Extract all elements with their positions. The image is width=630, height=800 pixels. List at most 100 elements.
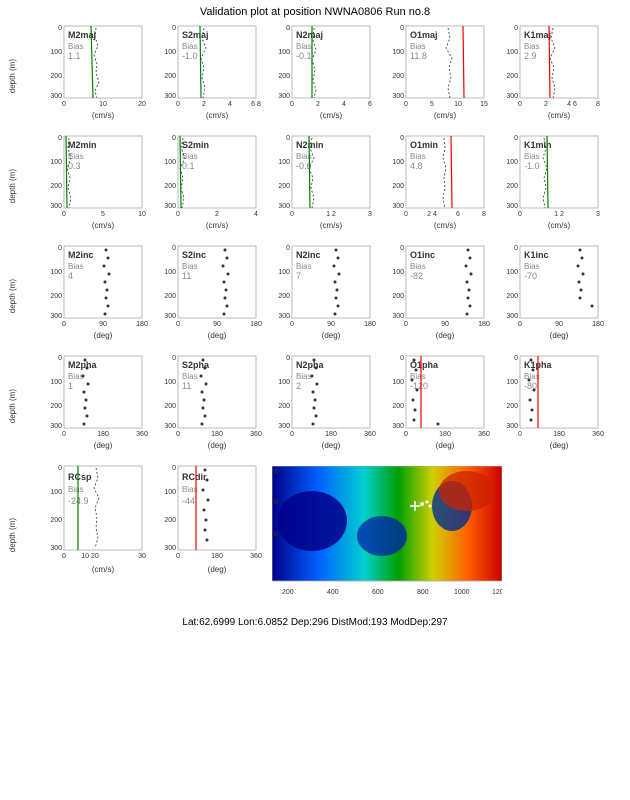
svg-text:100: 100 [278,159,290,166]
plot-s2pha: 0 100 200 300 0 180 360 S2pha Bias 11 [150,352,262,460]
svg-text:90: 90 [555,321,563,328]
svg-text:400: 400 [327,589,339,596]
svg-text:(cm/s): (cm/s) [548,221,571,230]
plot-n2maj: 0 100 200 300 0 2 4 6 N2maj Bias -0.1 (c… [264,22,376,130]
map-container: 200 400 600 800 1000 600 600 400 200 120… [272,466,502,609]
svg-text:8: 8 [596,101,600,108]
plot-svg-k1pha: 0 100 200 300 0 180 360 K1pha Bias -80 [492,352,604,460]
svg-text:0: 0 [172,25,176,32]
svg-text:0: 0 [172,245,176,252]
plot-svg-k1inc: 0 100 200 300 0 90 180 K1inc Bias -70 [492,242,604,350]
svg-text:2: 2 [316,101,320,108]
svg-text:180: 180 [592,321,604,328]
svg-text:200: 200 [272,531,279,538]
svg-text:200: 200 [278,293,290,300]
svg-text:200: 200 [282,589,294,596]
svg-text:-70: -70 [524,271,537,281]
row-bottom: depth (m) 0 100 200 300 0 10 20 30 RCsp [8,462,622,609]
svg-text:100: 100 [278,379,290,386]
svg-text:Bias: Bias [182,152,198,161]
plot-svg-s2pha: 0 100 200 300 0 180 360 S2pha Bias 11 [150,352,262,460]
svg-text:S2min: S2min [182,140,209,150]
plot-svg-rcdir: 0 100 200 300 0 180 360 RCdir Bias -44 [150,462,262,582]
svg-text:Bias: Bias [68,372,84,381]
page-title: Validation plot at position NWNA0806 Run… [0,0,630,20]
footer-text: Lat:62.6999 Lon:6.0852 Dep:296 DistMod:1… [0,613,630,628]
y-label-row1: depth (m) [8,59,17,93]
svg-text:0.1: 0.1 [182,161,195,171]
svg-text:200: 200 [164,293,176,300]
svg-text:200: 200 [50,73,62,80]
plot-m2inc: 0 100 200 300 0 90 180 M2inc Bias 4 [36,242,148,350]
svg-text:0: 0 [514,135,518,142]
svg-text:(deg): (deg) [94,331,113,340]
svg-text:360: 360 [250,553,262,560]
svg-text:-82: -82 [410,271,423,281]
svg-text:Bias: Bias [524,152,540,161]
y-label-row4: depth (m) [8,389,17,423]
svg-text:180: 180 [211,553,223,560]
svg-text:Bias: Bias [296,372,312,381]
y-label-row3: depth (m) [8,279,17,313]
svg-text:100: 100 [50,489,62,496]
plot-svg-s2maj: 0 100 200 300 0 2 4 6 8 S2maj Bias -1.0 … [150,22,262,130]
plot-svg-s2min: 0 100 200 300 0 2 4 S2min Bias 0.1 (cm/s… [150,132,262,240]
svg-text:0: 0 [518,211,522,218]
plot-svg-n2inc: 0 100 200 300 0 90 180 N2inc Bias 7 [264,242,376,350]
svg-text:Bias: Bias [296,42,312,51]
plot-svg-n2maj: 0 100 200 300 0 2 4 6 N2maj Bias -0.1 (c… [264,22,376,130]
svg-text:0: 0 [514,25,518,32]
svg-text:(cm/s): (cm/s) [92,111,115,120]
svg-text:Bias: Bias [68,485,84,494]
svg-text:2: 2 [296,381,301,391]
page-container: Validation plot at position NWNA0806 Run… [0,0,630,628]
svg-text:200: 200 [278,403,290,410]
svg-text:2: 2 [544,101,548,108]
svg-text:(deg): (deg) [94,441,113,450]
plot-n2inc: 0 100 200 300 0 90 180 N2inc Bias 7 [264,242,376,350]
svg-text:10: 10 [138,211,146,218]
svg-text:100: 100 [392,269,404,276]
plot-s2inc: 0 100 200 300 0 90 180 S2inc Bias 11 [150,242,262,350]
svg-text:(cm/s): (cm/s) [92,565,115,574]
svg-text:-120: -120 [410,381,428,391]
svg-text:-0.1: -0.1 [296,51,312,61]
svg-text:100: 100 [506,269,518,276]
svg-text:300: 300 [278,203,290,210]
plot-m2maj: 0 100 200 300 0 10 20 M2maj Bias 1.1 [36,22,148,130]
plot-svg-n2min: 0 100 200 300 0 1 2 3 N2min Bias -0.6 (c… [264,132,376,240]
plot-rcsp: 0 100 200 300 0 10 20 30 RCsp Bias -24.9… [36,462,148,582]
svg-text:200: 200 [50,403,62,410]
plot-o1inc: 0 100 200 300 0 90 180 O1inc Bias -82 [378,242,490,350]
svg-text:0: 0 [518,321,522,328]
svg-text:300: 300 [506,423,518,430]
map-svg: 200 400 600 800 1000 600 600 400 200 120… [272,466,502,606]
svg-text:8: 8 [482,211,486,218]
plot-n2min: 0 100 200 300 0 1 2 3 N2min Bias -0.6 (c… [264,132,376,240]
y-label-row5: depth (m) [8,518,17,552]
svg-text:100: 100 [392,379,404,386]
svg-text:6: 6 [368,101,372,108]
svg-text:0: 0 [290,321,294,328]
svg-text:(cm/s): (cm/s) [206,111,229,120]
svg-text:5: 5 [430,101,434,108]
svg-text:0: 0 [176,101,180,108]
svg-text:100: 100 [164,379,176,386]
svg-text:300: 300 [50,313,62,320]
plot-k1min: 0 100 200 300 0 1 2 3 K1min Bias -1.0 (c… [492,132,604,240]
svg-text:180: 180 [211,431,223,438]
svg-text:600: 600 [372,589,384,596]
svg-text:600: 600 [272,469,279,476]
svg-text:(deg): (deg) [208,565,227,574]
svg-text:200: 200 [392,183,404,190]
svg-text:0: 0 [58,355,62,362]
svg-text:100: 100 [506,379,518,386]
plot-svg-k1maj: 0 100 200 300 0 2 4 6 8 K1maj Bias 2.9 (… [492,22,604,130]
svg-text:0: 0 [172,135,176,142]
svg-text:2: 2 [215,211,219,218]
svg-text:4: 4 [68,271,73,281]
svg-text:90: 90 [99,321,107,328]
plot-svg-n2pha: 0 100 200 300 0 180 360 N2pha Bias 2 [264,352,376,460]
plot-svg-m2inc: 0 100 200 300 0 90 180 M2inc Bias 4 [36,242,148,350]
svg-text:200: 200 [164,73,176,80]
